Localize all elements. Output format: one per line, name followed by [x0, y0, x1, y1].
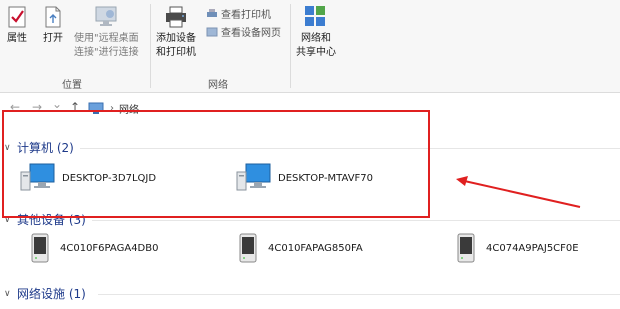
ribbon: 属性 打开 使用"远程桌面 连接"进行连接 添加设备 和打印机 查看打印机 查看…	[0, 0, 620, 93]
view-printers-label: 查看打印机	[221, 10, 271, 21]
device-name: 4C074A9PAJ5CF0E	[486, 242, 579, 254]
ribbon-group-separator	[290, 4, 291, 88]
ribbon-group-separator	[150, 4, 151, 88]
remote-desktop-label-line2: 连接"进行连接	[74, 47, 139, 58]
device-name: 4C010F6PAGA4DB0	[60, 242, 159, 254]
remote-desktop-icon	[93, 2, 119, 32]
network-sharing-icon	[303, 2, 329, 32]
device-item[interactable]: 4C010F6PAGA4DB0	[30, 232, 158, 264]
network-sharing-center-button[interactable]: 网络和 共享中心	[296, 2, 336, 60]
section-divider	[98, 294, 620, 295]
remote-desktop-label-line1: 使用"远程桌面	[74, 33, 139, 44]
device-item[interactable]: 4C010FAPAG850FA	[238, 232, 363, 264]
add-device-button[interactable]: 添加设备 和打印机	[156, 2, 196, 60]
network-center-label-line2: 共享中心	[296, 47, 336, 58]
properties-icon	[4, 2, 30, 32]
open-label: 打开	[43, 33, 63, 44]
history-dropdown-button[interactable]: ⌄	[52, 97, 62, 111]
media-device-icon	[31, 233, 49, 263]
printer-icon	[163, 2, 189, 32]
ribbon-group-location-label: 位置	[62, 80, 82, 91]
annotation-highlight-box	[2, 110, 430, 218]
media-device-icon	[239, 233, 257, 263]
ribbon-group-network-label: 网络	[208, 80, 228, 91]
view-device-page-button[interactable]: 查看设备网页	[206, 24, 281, 39]
chevron-down-icon: ∨	[4, 288, 11, 299]
open-icon	[40, 2, 66, 32]
view-printers-button[interactable]: 查看打印机	[206, 6, 271, 21]
view-device-page-icon	[206, 27, 218, 36]
open-button[interactable]: 打开	[40, 2, 66, 46]
add-device-label-line1: 添加设备	[156, 33, 196, 44]
remote-desktop-button[interactable]: 使用"远程桌面 连接"进行连接	[74, 2, 139, 60]
section-network-infrastructure[interactable]: ∨ 网络设施 (1)	[4, 285, 86, 302]
properties-label: 属性	[7, 33, 27, 44]
device-name: 4C010FAPAG850FA	[268, 242, 363, 254]
media-device-icon	[457, 233, 475, 263]
properties-button[interactable]: 属性	[4, 2, 30, 46]
device-item[interactable]: 4C074A9PAJ5CF0E	[456, 232, 579, 264]
add-device-label-line2: 和打印机	[156, 47, 196, 58]
network-center-label-line1: 网络和	[301, 33, 331, 44]
view-printers-icon	[207, 8, 217, 17]
annotation-arrow-icon	[456, 176, 581, 208]
section-network-infra-title: 网络设施 (1)	[17, 287, 86, 301]
view-device-page-label: 查看设备网页	[221, 28, 281, 39]
section-divider	[92, 220, 620, 221]
